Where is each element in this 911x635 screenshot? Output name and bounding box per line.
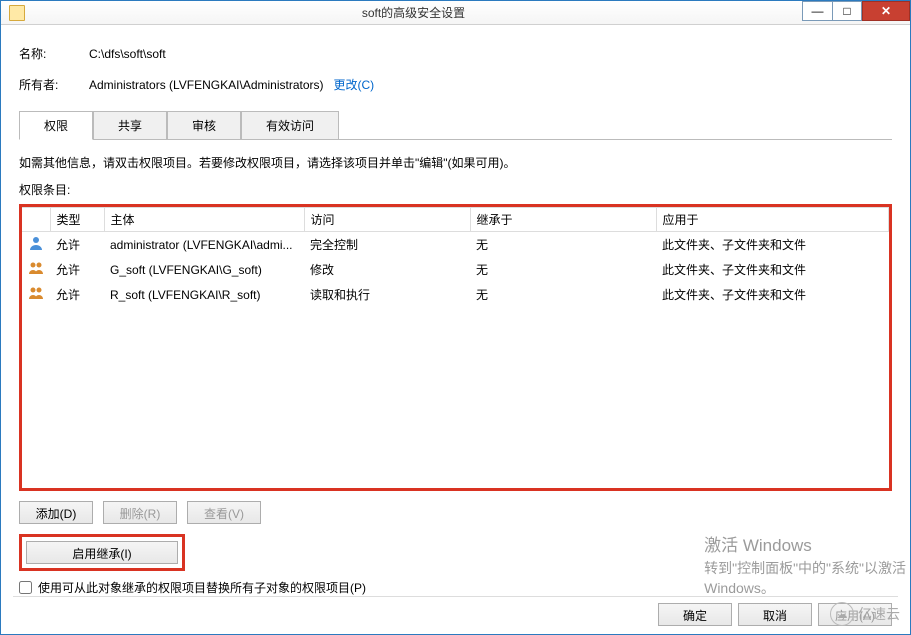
add-button[interactable]: 添加(D)	[19, 501, 93, 524]
cell-type: 允许	[50, 257, 104, 282]
window-title: soft的高级安全设置	[25, 4, 802, 21]
tab-permissions[interactable]: 权限	[19, 111, 93, 140]
permission-entries-label: 权限条目:	[19, 181, 892, 198]
group-icon	[28, 260, 44, 276]
permission-row[interactable]: 允许G_soft (LVFENGKAI\G_soft)修改无此文件夹、子文件夹和…	[22, 257, 889, 282]
enable-inheritance-highlight: 启用继承(I)	[19, 534, 185, 571]
owner-value: Administrators (LVFENGKAI\Administrators…	[89, 78, 324, 92]
cell-principal: administrator (LVFENGKAI\admi...	[104, 232, 304, 258]
cell-type: 允许	[50, 232, 104, 258]
cell-access: 读取和执行	[304, 282, 470, 307]
col-applies[interactable]: 应用于	[656, 208, 889, 232]
permission-list[interactable]: 类型 主体 访问 继承于 应用于 允许administrator (LVFENG…	[19, 204, 892, 491]
col-type[interactable]: 类型	[50, 208, 104, 232]
cell-type: 允许	[50, 282, 104, 307]
remove-button[interactable]: 删除(R)	[103, 501, 177, 524]
cell-principal: G_soft (LVFENGKAI\G_soft)	[104, 257, 304, 282]
instruction-text: 如需其他信息，请双击权限项目。若要修改权限项目，请选择该项目并单击"编辑"(如果…	[19, 154, 892, 171]
cell-inherited: 无	[470, 282, 656, 307]
col-principal[interactable]: 主体	[104, 208, 304, 232]
tab-bar: 权限 共享 审核 有效访问	[19, 111, 892, 140]
cell-applies: 此文件夹、子文件夹和文件	[656, 282, 889, 307]
name-label: 名称:	[19, 45, 89, 62]
ok-button[interactable]: 确定	[658, 603, 732, 626]
cell-access: 完全控制	[304, 232, 470, 258]
enable-inheritance-button[interactable]: 启用继承(I)	[26, 541, 178, 564]
apply-button[interactable]: 应用(A)	[818, 603, 892, 626]
tab-share[interactable]: 共享	[93, 111, 167, 139]
minimize-button[interactable]: —	[802, 1, 832, 21]
titlebar: soft的高级安全设置 — □ ✕	[1, 1, 910, 25]
change-owner-link[interactable]: 更改(C)	[334, 76, 375, 93]
col-icon[interactable]	[22, 208, 50, 232]
cell-applies: 此文件夹、子文件夹和文件	[656, 257, 889, 282]
cell-principal: R_soft (LVFENGKAI\R_soft)	[104, 282, 304, 307]
tab-audit[interactable]: 审核	[167, 111, 241, 139]
permission-row[interactable]: 允许R_soft (LVFENGKAI\R_soft)读取和执行无此文件夹、子文…	[22, 282, 889, 307]
user-icon	[28, 235, 44, 251]
maximize-button[interactable]: □	[832, 1, 862, 21]
group-icon	[28, 285, 44, 301]
tab-effective-access[interactable]: 有效访问	[241, 111, 339, 139]
close-button[interactable]: ✕	[862, 1, 910, 21]
col-inherited[interactable]: 继承于	[470, 208, 656, 232]
replace-child-permissions-label: 使用可从此对象继承的权限项目替换所有子对象的权限项目(P)	[38, 579, 366, 596]
cell-applies: 此文件夹、子文件夹和文件	[656, 232, 889, 258]
cell-inherited: 无	[470, 232, 656, 258]
folder-icon	[9, 5, 25, 21]
permission-row[interactable]: 允许administrator (LVFENGKAI\admi...完全控制无此…	[22, 232, 889, 258]
name-value: C:\dfs\soft\soft	[89, 47, 166, 61]
view-button[interactable]: 查看(V)	[187, 501, 261, 524]
cell-inherited: 无	[470, 257, 656, 282]
cancel-button[interactable]: 取消	[738, 603, 812, 626]
cell-access: 修改	[304, 257, 470, 282]
replace-child-permissions-checkbox[interactable]	[19, 581, 32, 594]
owner-label: 所有者:	[19, 76, 89, 93]
col-access[interactable]: 访问	[304, 208, 470, 232]
